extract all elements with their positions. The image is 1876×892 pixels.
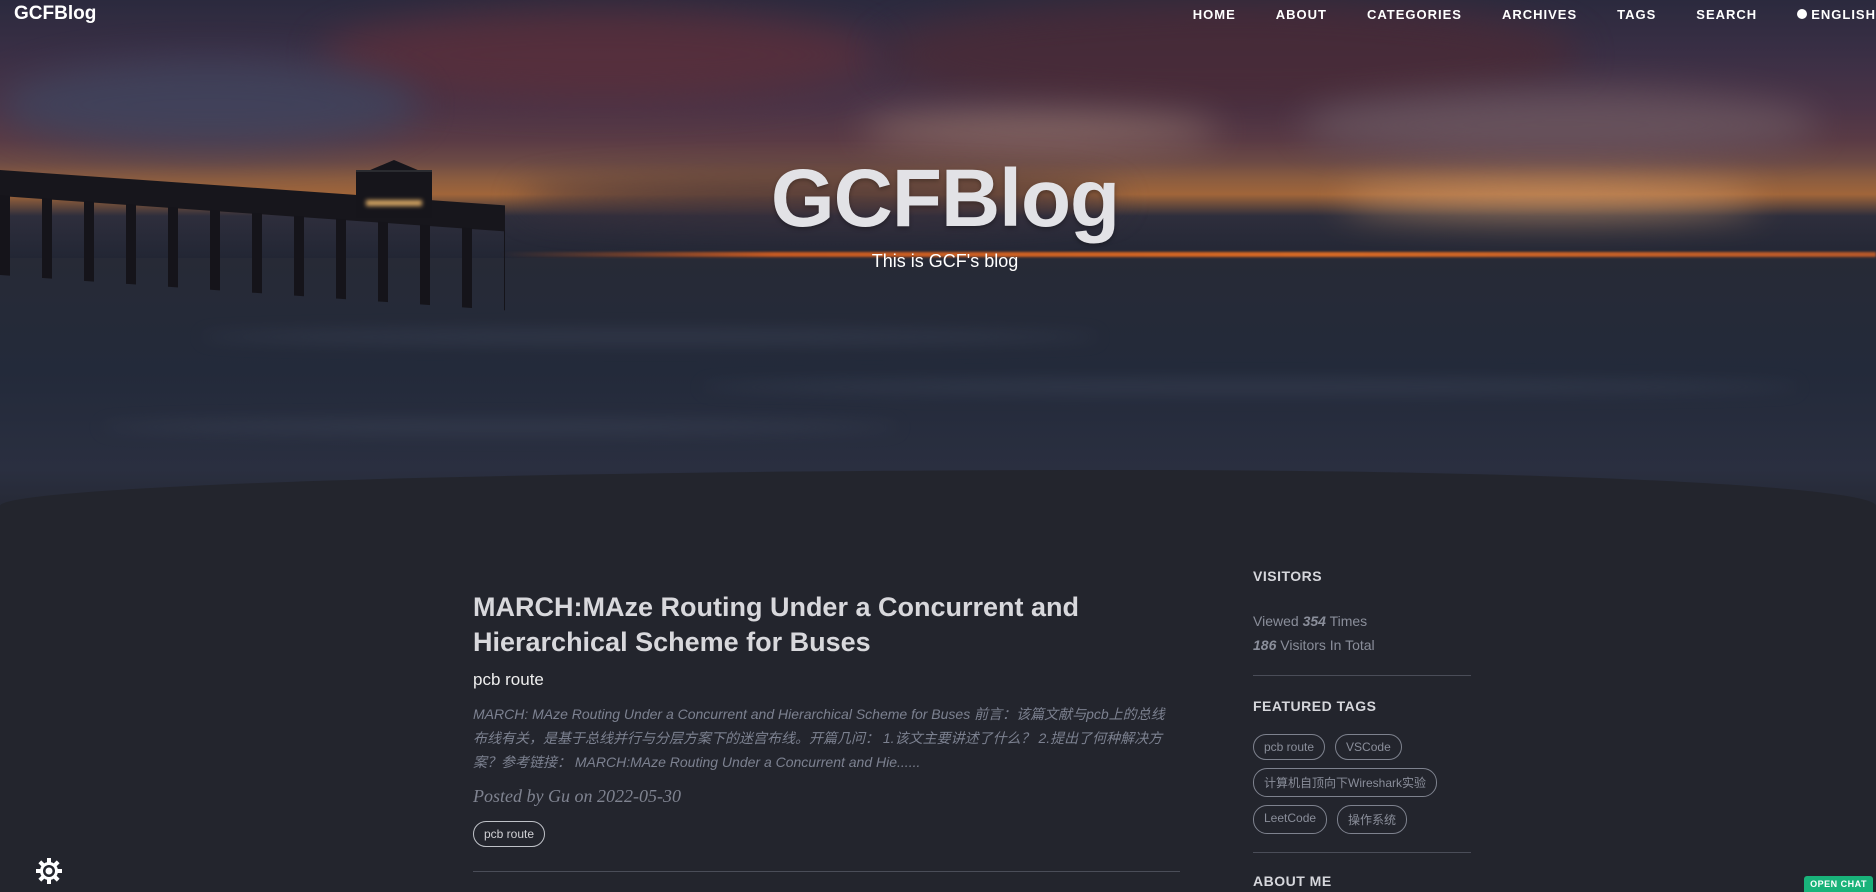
- featured-tags-list: pcb route VSCode 计算机自顶向下Wireshark实验 Leet…: [1253, 734, 1471, 834]
- featured-tag[interactable]: VSCode: [1335, 734, 1402, 760]
- cloud: [1300, 90, 1820, 160]
- post-subtitle[interactable]: pcb route: [473, 670, 1180, 690]
- main-nav: HOME ABOUT CATEGORIES ARCHIVES TAGS SEAR…: [1173, 6, 1876, 23]
- viewed-line: Viewed 354 Times: [1253, 609, 1471, 633]
- featured-tag[interactable]: pcb route: [1253, 734, 1326, 760]
- nav-archives[interactable]: ARCHIVES: [1482, 6, 1597, 23]
- wave: [700, 380, 1800, 394]
- viewed-suffix: Times: [1329, 613, 1368, 629]
- visitors-suffix: Visitors In Total: [1280, 637, 1375, 653]
- cloud: [320, 10, 880, 100]
- sidebar: VISITORS Viewed 354 Times 186 Visitors I…: [1253, 568, 1471, 889]
- post-preview[interactable]: MARCH:MAze Routing Under a Concurrent an…: [473, 590, 1180, 847]
- sidebar-divider: [1253, 852, 1471, 853]
- featured-tag[interactable]: LeetCode: [1253, 805, 1328, 834]
- visitors-heading: VISITORS: [1253, 568, 1323, 584]
- site-title: GCFBlog: [770, 153, 1120, 244]
- post-meta: Posted by Gu on 2022-05-30: [473, 786, 681, 806]
- visitors-count: 186: [1253, 637, 1277, 653]
- brand-link[interactable]: GCFBlog: [14, 3, 96, 25]
- cloud: [0, 60, 420, 150]
- visitors-line: 186 Visitors In Total: [1253, 633, 1471, 657]
- wave: [200, 330, 1100, 344]
- post-divider: [473, 871, 1180, 872]
- post-excerpt[interactable]: MARCH: MAze Routing Under a Concurrent a…: [473, 702, 1173, 774]
- nav-home[interactable]: HOME: [1173, 6, 1256, 23]
- globe-icon: [1797, 9, 1808, 19]
- about-me-heading: ABOUT ME: [1253, 873, 1332, 889]
- language-label: ENGLISH: [1811, 7, 1876, 22]
- theme-toggle-button[interactable]: [36, 858, 62, 884]
- sun-icon: [36, 858, 62, 884]
- post-tag[interactable]: pcb route: [473, 821, 546, 847]
- viewed-prefix: Viewed: [1253, 613, 1299, 629]
- cloud: [860, 110, 1220, 150]
- nav-tags[interactable]: TAGS: [1597, 6, 1676, 23]
- nav-language[interactable]: ENGLISH: [1777, 6, 1876, 23]
- nav-categories[interactable]: CATEGORIES: [1347, 6, 1482, 23]
- featured-tags-heading: FEATURED TAGS: [1253, 698, 1377, 714]
- wave: [100, 420, 900, 434]
- post-title[interactable]: MARCH:MAze Routing Under a Concurrent an…: [473, 590, 1180, 660]
- featured-tag[interactable]: 操作系统: [1337, 805, 1408, 834]
- featured-tag[interactable]: 计算机自顶向下Wireshark实验: [1253, 768, 1438, 797]
- post-tags: pcb route: [473, 821, 1180, 847]
- nav-search[interactable]: SEARCH: [1676, 6, 1777, 23]
- visitors-stats: Viewed 354 Times 186 Visitors In Total: [1253, 609, 1471, 657]
- viewed-count: 354: [1302, 613, 1326, 629]
- site-subtitle: This is GCF's blog: [871, 251, 1019, 271]
- sidebar-divider: [1253, 675, 1471, 676]
- nav-about[interactable]: ABOUT: [1256, 6, 1347, 23]
